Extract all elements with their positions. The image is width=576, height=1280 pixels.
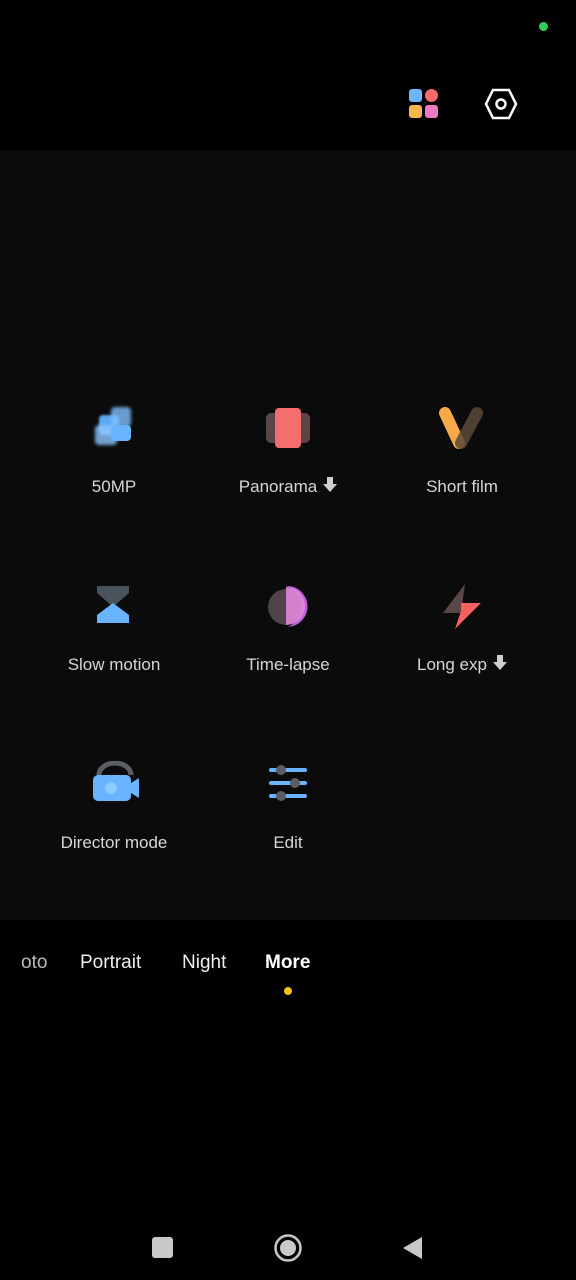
mode-label: Long exp xyxy=(417,655,487,674)
panorama-icon xyxy=(265,405,311,451)
download-icon xyxy=(323,476,338,492)
mode-slow-motion[interactable]: Slow motion xyxy=(24,583,204,675)
home-button[interactable] xyxy=(273,1233,303,1263)
mode-tabs: oto Portrait Night More xyxy=(0,952,576,976)
tab-photo[interactable]: oto xyxy=(21,952,47,974)
long-exposure-icon xyxy=(439,583,485,629)
slow-motion-icon xyxy=(91,583,137,629)
grid-apps-icon[interactable] xyxy=(409,89,439,119)
mode-label: Edit xyxy=(273,833,303,852)
more-modes-panel: 50MP Panorama Short film Slow motion Tim… xyxy=(0,150,576,920)
mode-edit[interactable]: Edit xyxy=(198,761,378,853)
mode-label: Panorama xyxy=(238,477,318,496)
active-tab-indicator xyxy=(284,987,292,995)
tab-night[interactable]: Night xyxy=(182,952,226,974)
mode-label: Time-lapse xyxy=(246,655,330,674)
mode-50mp[interactable]: 50MP xyxy=(24,405,204,497)
mode-director[interactable]: Director mode xyxy=(24,760,204,853)
settings-hexagon-icon[interactable] xyxy=(484,87,518,121)
mode-time-lapse[interactable]: Time-lapse xyxy=(198,583,378,675)
recents-button[interactable] xyxy=(152,1237,173,1258)
download-icon xyxy=(492,654,507,670)
top-bar xyxy=(0,0,576,150)
time-lapse-icon xyxy=(265,583,311,629)
50mp-icon xyxy=(91,405,137,451)
back-button[interactable] xyxy=(402,1236,424,1260)
mode-short-film[interactable]: Short film xyxy=(372,405,552,497)
mode-label: 50MP xyxy=(91,477,137,496)
system-nav-bar xyxy=(0,1232,576,1262)
mode-long-exposure[interactable]: Long exp xyxy=(372,583,552,675)
short-film-icon xyxy=(439,405,485,451)
director-mode-icon xyxy=(91,760,139,807)
tab-portrait[interactable]: Portrait xyxy=(80,952,141,974)
tab-more[interactable]: More xyxy=(265,952,310,974)
privacy-indicator-dot xyxy=(539,22,548,31)
mode-label: Short film xyxy=(426,477,498,496)
mode-label: Slow motion xyxy=(67,655,161,674)
edit-sliders-icon xyxy=(265,761,311,807)
mode-panorama[interactable]: Panorama xyxy=(198,405,378,497)
mode-label: Director mode xyxy=(60,833,168,852)
